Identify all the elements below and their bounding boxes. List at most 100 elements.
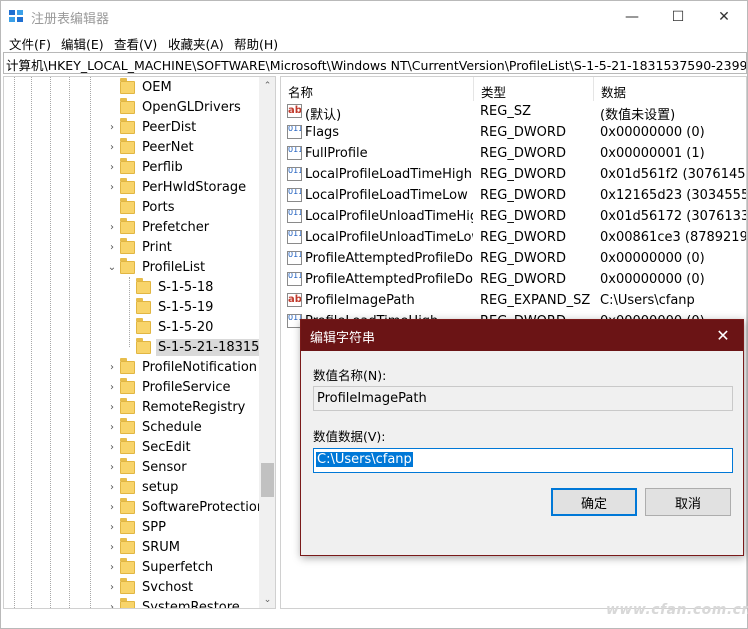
value-row[interactable]: 011 FullProfile REG_DWORD 0x00000001 (1)	[281, 143, 746, 164]
expand-chevron-icon[interactable]: ›	[107, 357, 117, 377]
menu-edit[interactable]: 编辑(E)	[61, 34, 104, 53]
expand-chevron-icon[interactable]	[123, 317, 133, 337]
expand-chevron-icon[interactable]: ›	[107, 457, 117, 477]
column-header-name[interactable]: 名称	[281, 77, 474, 101]
tree-item[interactable]: › Print	[110, 237, 174, 257]
menu-help[interactable]: 帮助(H)	[234, 34, 278, 53]
value-data-input[interactable]: C:\Users\cfanp	[313, 448, 733, 473]
tree-item[interactable]: › Sensor	[110, 457, 189, 477]
value-row[interactable]: 011 Flags REG_DWORD 0x00000000 (0)	[281, 122, 746, 143]
folder-icon	[120, 77, 135, 94]
tree-item[interactable]: OpenGLDrivers	[120, 97, 243, 117]
menu-view[interactable]: 查看(V)	[114, 34, 157, 53]
expand-chevron-icon[interactable]: ›	[107, 557, 117, 577]
tree-item[interactable]: › PeerDist	[110, 117, 198, 137]
tree-item[interactable]: › Schedule	[110, 417, 204, 437]
maximize-button[interactable]: ☐	[655, 1, 701, 32]
tree-item[interactable]: S-1-5-18	[136, 277, 215, 297]
collapse-chevron-icon[interactable]: ⌄	[107, 257, 117, 277]
expand-chevron-icon[interactable]: ›	[107, 377, 117, 397]
tree-item[interactable]: › ProfileService	[110, 377, 232, 397]
expand-chevron-icon[interactable]	[107, 77, 117, 97]
expand-chevron-icon[interactable]: ›	[107, 517, 117, 537]
tree-item[interactable]: › RemoteRegistry	[110, 397, 247, 417]
folder-icon	[120, 137, 135, 154]
column-header-data[interactable]: 数据	[594, 77, 746, 101]
menu-file[interactable]: 文件(F)	[9, 34, 51, 53]
expand-chevron-icon[interactable]: ›	[107, 417, 117, 437]
tree-item[interactable]: Ports	[120, 197, 177, 217]
tree-item[interactable]: › SRUM	[110, 537, 182, 557]
tree-item[interactable]: ⌄ ProfileList	[108, 257, 207, 277]
folder-icon	[120, 177, 135, 194]
tree-item-label: Prefetcher	[142, 219, 210, 235]
close-button[interactable]: ✕	[701, 1, 747, 32]
window-title: 注册表编辑器	[31, 12, 110, 27]
tree-item[interactable]: › PeerNet	[110, 137, 196, 157]
tree-item[interactable]: › PerHwIdStorage	[110, 177, 248, 197]
value-row[interactable]: 011 LocalProfileLoadTimeHigh REG_DWORD 0x01…	[281, 164, 746, 185]
tree-item[interactable]: › ProfileNotification	[110, 357, 259, 377]
tree-item[interactable]: › setup	[110, 477, 180, 497]
folder-icon	[120, 197, 135, 214]
dialog-close-icon[interactable]: ✕	[703, 320, 743, 351]
expand-chevron-icon[interactable]: ›	[107, 537, 117, 557]
value-row[interactable]: 011 LocalProfileUnloadTimeHigh REG_DWORD 0x…	[281, 206, 746, 227]
minimize-button[interactable]: —	[609, 1, 655, 32]
scroll-up-arrow-icon[interactable]: ⌃	[259, 77, 275, 94]
expand-chevron-icon[interactable]: ›	[107, 177, 117, 197]
tree-item[interactable]: OEM	[120, 77, 174, 97]
tree-item[interactable]: › Svchost	[110, 577, 195, 597]
value-row[interactable]: 011 ProfileAttemptedProfileDo... REG_DWORD…	[281, 248, 746, 269]
tree-item[interactable]: › Prefetcher	[110, 217, 211, 237]
tree-scrollbar[interactable]: ⌃ ⌄	[259, 77, 275, 608]
column-header-type[interactable]: 类型	[474, 77, 594, 101]
value-row[interactable]: 011 ProfileAttemptedProfileDo... REG_DWORD…	[281, 269, 746, 290]
expand-chevron-icon[interactable]: ›	[107, 137, 117, 157]
ok-button[interactable]: 确定	[551, 488, 637, 516]
tree-scroll-thumb[interactable]	[261, 463, 274, 497]
value-row[interactable]: ab (默认) REG_SZ (数值未设置)	[281, 101, 746, 123]
binary-value-icon: 011	[287, 167, 302, 181]
folder-icon	[120, 357, 135, 374]
tree-item[interactable]: › SecEdit	[110, 437, 193, 457]
expand-chevron-icon[interactable]: ›	[107, 237, 117, 257]
tree-item[interactable]: › Superfetch	[110, 557, 215, 577]
expand-chevron-icon[interactable]	[123, 297, 133, 317]
expand-chevron-icon[interactable]: ›	[107, 477, 117, 497]
tree-item-label: PeerDist	[142, 119, 197, 135]
folder-icon	[120, 237, 135, 254]
expand-chevron-icon[interactable]	[123, 277, 133, 297]
tree-item[interactable]: › SystemRestore	[110, 597, 242, 608]
tree-item[interactable]: › SPP	[110, 517, 168, 537]
value-name: LocalProfileUnloadTimeHigh	[305, 209, 473, 224]
tree-item-label: SoftwareProtectionP	[142, 499, 273, 515]
tree-item[interactable]: S-1-5-20	[136, 317, 215, 337]
tree-item[interactable]: › Perflib	[110, 157, 185, 177]
tree-item[interactable]: S-1-5-19	[136, 297, 215, 317]
scroll-down-arrow-icon[interactable]: ⌄	[259, 591, 275, 608]
value-row[interactable]: 011 LocalProfileUnloadTimeLow REG_DWORD 0x0…	[281, 227, 746, 248]
cancel-button[interactable]: 取消	[645, 488, 731, 516]
expand-chevron-icon[interactable]	[123, 337, 133, 357]
value-row[interactable]: 011 LocalProfileLoadTimeLow REG_DWORD 0x121…	[281, 185, 746, 206]
folder-icon	[120, 397, 135, 414]
value-name: LocalProfileLoadTimeHigh	[305, 167, 472, 182]
menu-favorites[interactable]: 收藏夹(A)	[168, 34, 224, 53]
expand-chevron-icon[interactable]: ›	[107, 577, 117, 597]
expand-chevron-icon[interactable]	[107, 97, 117, 117]
tree-item[interactable]: S-1-5-21-1831537	[136, 337, 275, 357]
value-row[interactable]: ab ProfileImagePath REG_EXPAND_SZ C:\Users\…	[281, 290, 746, 311]
tree-item-label: Sensor	[142, 459, 187, 475]
expand-chevron-icon[interactable]	[107, 197, 117, 217]
address-bar[interactable]: 计算机\HKEY_LOCAL_MACHINE\SOFTWARE\Microsof…	[3, 52, 747, 74]
expand-chevron-icon[interactable]: ›	[107, 437, 117, 457]
expand-chevron-icon[interactable]: ›	[107, 157, 117, 177]
key-tree[interactable]: OEM OpenGLDrivers › PeerDist › PeerNet › Perfli…	[3, 76, 276, 609]
expand-chevron-icon[interactable]: ›	[107, 117, 117, 137]
expand-chevron-icon[interactable]: ›	[107, 397, 117, 417]
expand-chevron-icon[interactable]: ›	[107, 217, 117, 237]
expand-chevron-icon[interactable]: ›	[107, 497, 117, 517]
tree-item[interactable]: › SoftwareProtectionP	[110, 497, 275, 517]
expand-chevron-icon[interactable]: ›	[107, 597, 117, 609]
